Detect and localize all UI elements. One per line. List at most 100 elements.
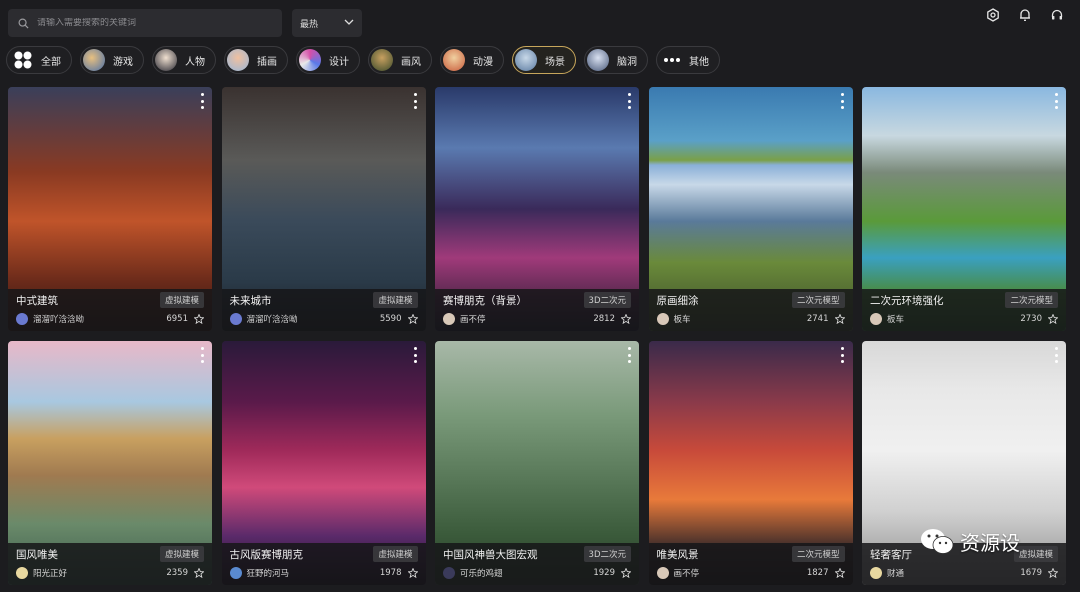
star-icon[interactable] xyxy=(194,314,204,324)
card-info: 唯美风景 二次元模型 画不停 1827 xyxy=(648,543,853,585)
card-tag: 3D二次元 xyxy=(583,292,631,308)
more-icon[interactable] xyxy=(198,93,206,109)
avatar xyxy=(656,313,669,325)
star-icon[interactable] xyxy=(1048,314,1058,324)
star-icon[interactable] xyxy=(1048,568,1058,578)
card-tag: 虚拟建模 xyxy=(1013,546,1058,562)
category-art-style[interactable]: 画风 xyxy=(368,46,432,74)
category-game[interactable]: 游戏 xyxy=(80,46,144,74)
category-illustration[interactable]: 插画 xyxy=(224,46,288,74)
card-info: 国风唯美 虚拟建模 阳光正好 2359 xyxy=(8,543,212,585)
category-person[interactable]: 人物 xyxy=(152,46,216,74)
star-icon[interactable] xyxy=(194,568,204,578)
star-icon[interactable] xyxy=(834,568,845,578)
card-author[interactable]: 狂野的河马 xyxy=(229,567,289,579)
card-author[interactable]: 财通 xyxy=(870,567,904,579)
more-icon[interactable] xyxy=(198,347,206,363)
more-icon[interactable] xyxy=(625,93,633,109)
author-name: 画不停 xyxy=(673,569,700,579)
card-author[interactable]: 画不停 xyxy=(656,567,700,579)
author-name: 财通 xyxy=(887,569,905,579)
card-tag: 虚拟建模 xyxy=(373,546,418,562)
model-card[interactable]: 中式建筑 虚拟建模 溜溜吖浛浛呦 6951 xyxy=(8,87,212,331)
category-brainstorm[interactable]: 脑洞 xyxy=(584,46,648,74)
card-author[interactable]: 板车 xyxy=(656,313,691,325)
card-stats: 1679 xyxy=(1020,568,1058,578)
card-title: 唯美风景 xyxy=(656,548,699,561)
card-author[interactable]: 溜溜吖浛浛呦 xyxy=(16,313,84,325)
model-card[interactable]: 中国风神兽大图宏观 3D二次元 可乐的鸡翅 1929 xyxy=(435,341,639,585)
category-other[interactable]: 其他 xyxy=(656,46,720,74)
headset-icon[interactable] xyxy=(1048,6,1066,24)
star-icon[interactable] xyxy=(621,314,631,324)
favorite-count: 1929 xyxy=(593,568,615,578)
model-card[interactable]: 古风版赛博朋克 虚拟建模 狂野的河马 1978 xyxy=(221,341,426,585)
category-label: 插画 xyxy=(257,56,277,68)
card-title: 原画细涂 xyxy=(656,294,699,307)
grid-icon xyxy=(13,50,33,70)
category-label: 全部 xyxy=(41,56,61,68)
card-stats: 6951 xyxy=(166,314,204,324)
card-stats: 2741 xyxy=(807,314,845,324)
more-icon[interactable] xyxy=(839,347,847,363)
category-all[interactable]: 全部 xyxy=(6,46,72,74)
favorite-count: 6951 xyxy=(166,314,188,324)
more-icon[interactable] xyxy=(1052,347,1060,363)
sort-dropdown[interactable]: 最热 xyxy=(292,9,362,37)
avatar xyxy=(656,567,669,579)
model-card[interactable]: 原画细涂 二次元模型 板车 2741 xyxy=(648,87,853,331)
author-name: 板车 xyxy=(673,315,691,325)
category-avatar xyxy=(155,49,177,71)
category-label: 脑洞 xyxy=(617,56,637,68)
star-icon[interactable] xyxy=(407,568,418,578)
category-label: 场景 xyxy=(545,56,565,68)
more-icon[interactable] xyxy=(1052,93,1060,109)
more-icon[interactable] xyxy=(625,347,633,363)
model-grid: 中式建筑 虚拟建模 溜溜吖浛浛呦 6951 未来城市 虚拟建模 溜溜吖浛浛呦 5… xyxy=(8,87,1066,585)
avatar xyxy=(229,567,242,579)
card-stats: 2359 xyxy=(166,568,204,578)
author-name: 画不停 xyxy=(460,315,486,325)
category-avatar xyxy=(227,49,249,71)
card-author[interactable]: 板车 xyxy=(870,313,904,325)
category-anime[interactable]: 动漫 xyxy=(440,46,504,74)
card-tag: 二次元模型 xyxy=(791,546,845,562)
star-icon[interactable] xyxy=(834,314,845,324)
avatar xyxy=(229,313,242,325)
avatar xyxy=(443,313,455,325)
model-card[interactable]: 未来城市 虚拟建模 溜溜吖浛浛呦 5590 xyxy=(221,87,426,331)
star-icon[interactable] xyxy=(621,568,631,578)
card-title: 中国风神兽大图宏观 xyxy=(443,548,538,561)
category-label: 设计 xyxy=(329,56,349,68)
model-card[interactable]: 国风唯美 虚拟建模 阳光正好 2359 xyxy=(8,341,212,585)
category-design[interactable]: 设计 xyxy=(296,46,360,74)
settings-icon[interactable] xyxy=(984,6,1002,24)
watermark-text: 资源设 xyxy=(960,531,1020,555)
card-author[interactable]: 可乐的鸡翅 xyxy=(443,567,503,579)
category-avatar xyxy=(587,49,609,71)
search-box[interactable] xyxy=(8,9,282,37)
category-label: 人物 xyxy=(185,56,205,68)
model-card[interactable]: 赛博朋克（背景） 3D二次元 画不停 2812 xyxy=(435,87,639,331)
card-author[interactable]: 阳光正好 xyxy=(16,567,67,579)
model-card[interactable]: 二次元环境强化 二次元模型 板车 2730 xyxy=(862,87,1066,331)
more-icon[interactable] xyxy=(412,93,420,109)
author-name: 可乐的鸡翅 xyxy=(460,569,503,579)
card-stats: 1929 xyxy=(593,568,631,578)
avatar xyxy=(16,567,28,579)
more-icon[interactable] xyxy=(839,93,847,109)
card-title: 二次元环境强化 xyxy=(870,294,944,307)
category-bar: 全部 游戏 人物 插画 设计 画风 动漫 场景 脑洞 其他 xyxy=(6,46,720,74)
card-author[interactable]: 溜溜吖浛浛呦 xyxy=(229,313,298,325)
model-card[interactable]: 唯美风景 二次元模型 画不停 1827 xyxy=(648,341,853,585)
card-title: 古风版赛博朋克 xyxy=(229,548,304,561)
card-info: 中式建筑 虚拟建模 溜溜吖浛浛呦 6951 xyxy=(8,289,212,331)
bell-icon[interactable] xyxy=(1016,6,1034,24)
card-author[interactable]: 画不停 xyxy=(443,313,486,325)
top-icons xyxy=(984,6,1066,24)
card-stats: 2730 xyxy=(1020,314,1058,324)
category-scene[interactable]: 场景 xyxy=(512,46,576,74)
search-input[interactable] xyxy=(37,18,267,28)
more-icon[interactable] xyxy=(412,347,420,363)
star-icon[interactable] xyxy=(407,314,418,324)
